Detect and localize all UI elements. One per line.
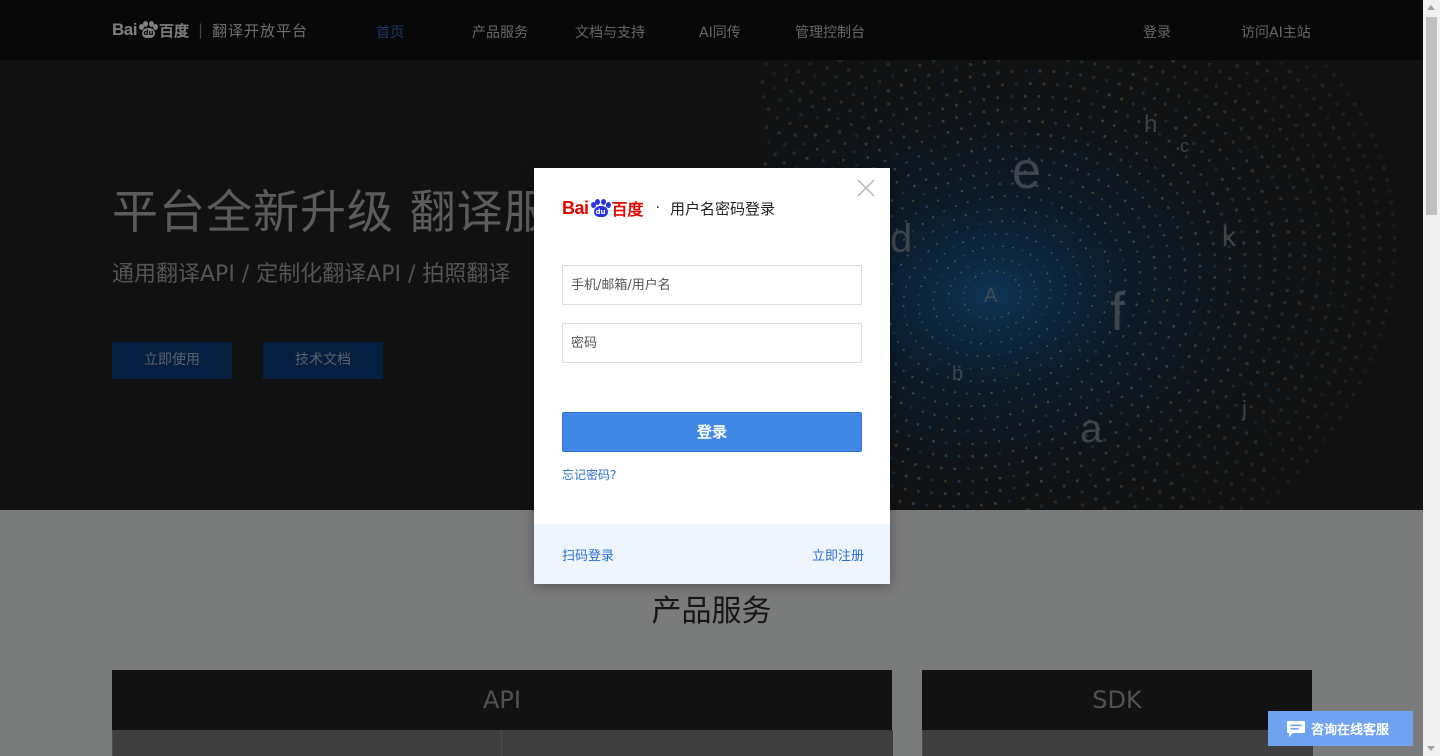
modal-footer: 扫码登录 立即注册: [534, 524, 890, 584]
close-icon[interactable]: [856, 178, 876, 198]
baidu-paw-icon: du: [590, 198, 611, 218]
login-submit-button[interactable]: 登录: [562, 412, 862, 452]
username-field: [562, 265, 862, 305]
modal-header: Bai du 百度 · 用户名密码登录: [562, 192, 775, 224]
password-input[interactable]: [563, 324, 861, 362]
online-service-button[interactable]: 咨询在线客服: [1268, 711, 1413, 746]
modal-title-separator: ·: [655, 200, 660, 216]
scroll-thumb[interactable]: [1426, 17, 1437, 215]
page-scrollbar[interactable]: [1423, 0, 1440, 756]
modal-logo-bai: Bai: [562, 197, 589, 218]
scroll-up-arrow-icon[interactable]: [1427, 5, 1435, 10]
modal-logo-baidu: 百度: [611, 200, 644, 219]
page: Bai du 百度 | 翻译开放平台 首页 产品服务 文档与支持 AI同传 管理…: [0, 0, 1423, 756]
login-modal: Bai du 百度 · 用户名密码登录 登录 忘记密码? 扫码登录 立即注册: [534, 168, 890, 584]
username-input[interactable]: [563, 266, 861, 304]
register-link[interactable]: 立即注册: [812, 545, 864, 564]
password-field: [562, 323, 862, 363]
qr-login-link[interactable]: 扫码登录: [562, 545, 614, 564]
chat-bubble-icon: [1287, 720, 1305, 737]
scroll-down-arrow-icon[interactable]: [1427, 746, 1435, 751]
modal-title: 用户名密码登录: [669, 199, 775, 218]
online-service-label: 咨询在线客服: [1311, 723, 1390, 738]
forgot-password-link[interactable]: 忘记密码?: [562, 466, 616, 483]
